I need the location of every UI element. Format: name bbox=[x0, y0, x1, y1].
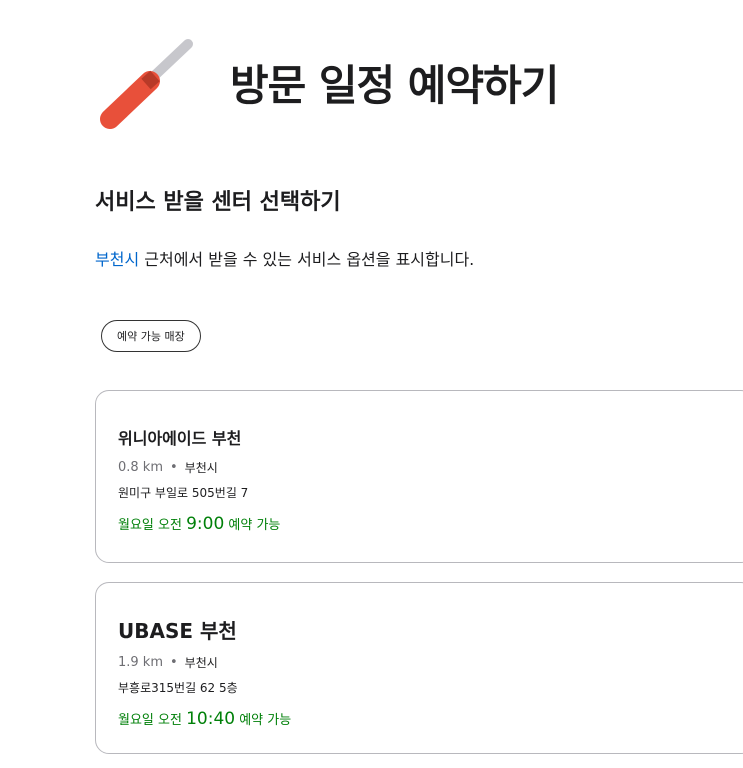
available-stores-filter-chip[interactable]: 예약 가능 매장 bbox=[101, 320, 201, 352]
availability-time: 9:00 bbox=[186, 514, 225, 534]
store-address: 부흥로315번길 62 5층 bbox=[118, 681, 238, 695]
store-city: 부천시 bbox=[184, 461, 218, 475]
store-distance: 1.9 km bbox=[118, 655, 163, 670]
store-availability: 월요일 오전 10:40 예약 가능 bbox=[118, 709, 732, 729]
separator-dot: • bbox=[170, 460, 178, 475]
store-distance-row: 1.9 km • 부천시 bbox=[118, 654, 732, 671]
store-availability: 월요일 오전 9:00 예약 가능 bbox=[118, 514, 732, 534]
store-address: 원미구 부일로 505번길 7 bbox=[118, 486, 249, 500]
page-title: 방문 일정 예약하기 bbox=[230, 60, 559, 110]
section-subtitle: 부천시 근처에서 받을 수 있는 서비스 옵션을 표시합니다. bbox=[95, 246, 474, 270]
availability-time: 10:40 bbox=[186, 709, 236, 729]
store-name: UBASE 부천 bbox=[118, 619, 237, 643]
city-link[interactable]: 부천시 bbox=[95, 250, 139, 269]
store-card[interactable]: 위니아에이드 부천 0.8 km • 부천시 원미구 부일로 505번길 7 월… bbox=[95, 390, 743, 563]
store-city: 부천시 bbox=[184, 656, 218, 670]
availability-suffix: 예약 가능 bbox=[224, 518, 281, 533]
availability-suffix: 예약 가능 bbox=[235, 713, 292, 728]
section-title: 서비스 받을 센터 선택하기 bbox=[95, 190, 341, 215]
store-name: 위니아에이드 부천 bbox=[118, 429, 242, 448]
store-card[interactable]: UBASE 부천 1.9 km • 부천시 부흥로315번길 62 5층 월요일… bbox=[95, 582, 743, 754]
availability-day: 월요일 오전 bbox=[118, 518, 187, 533]
separator-dot: • bbox=[170, 655, 178, 670]
availability-day: 월요일 오전 bbox=[118, 713, 187, 728]
store-distance: 0.8 km bbox=[118, 460, 163, 475]
screwdriver-icon bbox=[100, 39, 193, 129]
page-header: 방문 일정 예약하기 bbox=[100, 34, 559, 130]
page: 방문 일정 예약하기 서비스 받을 센터 선택하기 부천시 근처에서 받을 수 … bbox=[0, 0, 743, 768]
subtitle-text: 근처에서 받을 수 있는 서비스 옵션을 표시합니다. bbox=[139, 250, 475, 269]
store-distance-row: 0.8 km • 부천시 bbox=[118, 459, 732, 476]
